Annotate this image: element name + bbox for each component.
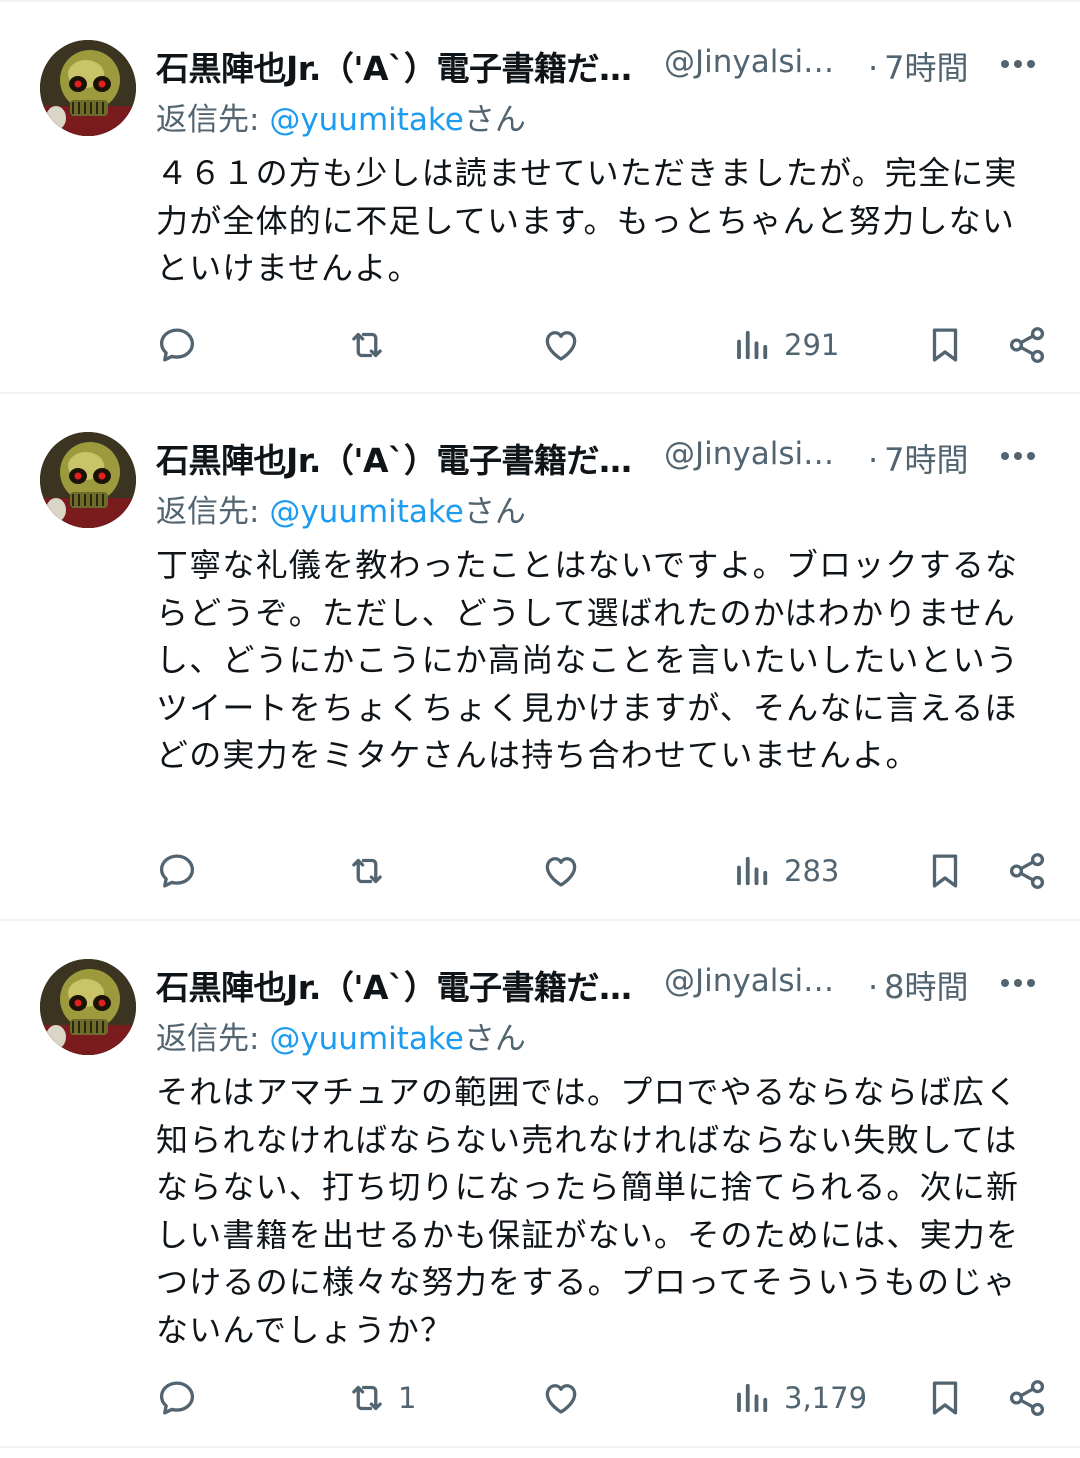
more-options-button[interactable]	[998, 965, 1038, 1001]
retweet-arrows-icon	[352, 332, 382, 358]
like-button[interactable]	[540, 846, 592, 896]
views-button[interactable]: 3,179	[732, 1373, 867, 1423]
bookmark-icon	[932, 854, 958, 888]
more-options-button[interactable]	[998, 46, 1038, 82]
tweet-feed: 石黒陣也Jr.（'A`）電子書籍だ… @Jinyalsi… · 7時間 返信先: …	[0, 0, 1080, 1458]
reply-mention-link[interactable]: @yuumitake	[269, 1021, 464, 1057]
bookmark-icon	[932, 1381, 958, 1415]
action-bar: 291	[156, 320, 1045, 370]
reply-mention-link[interactable]: @yuumitake	[269, 494, 464, 530]
tweet[interactable]: 石黒陣也Jr.（'A`）電子書籍だ… @Jinyalsi… · 7時間 返信先: …	[0, 0, 1080, 394]
avatar[interactable]	[40, 432, 136, 528]
bookmark-icon	[932, 328, 958, 362]
time-label: 7時間	[884, 49, 969, 87]
heart-icon	[545, 857, 577, 887]
retweet-arrows-icon	[352, 858, 382, 884]
reply-button[interactable]	[156, 320, 208, 370]
share-button[interactable]	[1006, 320, 1048, 370]
tweet-header: 石黒陣也Jr.（'A`）電子書籍だ… @Jinyalsi… · 7時間	[156, 40, 1044, 88]
display-name[interactable]: 石黒陣也Jr.（'A`）電子書籍だ…	[156, 434, 650, 482]
ellipsis-icon	[1001, 60, 1035, 68]
reply-mention-link[interactable]: @yuumitake	[269, 102, 464, 138]
timestamp[interactable]: · 7時間	[868, 43, 969, 89]
share-nodes-icon	[1009, 853, 1045, 889]
time-separator: ·	[868, 49, 879, 87]
bookmark-button[interactable]	[924, 320, 966, 370]
more-options-button[interactable]	[998, 438, 1038, 474]
tweet-text: ４６１の方も少しは読ませていただきましたが。完全に実力が全体的に不足しています。…	[156, 154, 1018, 287]
skull-avatar-icon	[40, 959, 136, 1055]
action-bar: 283	[156, 846, 1045, 896]
time-label: 8時間	[884, 968, 969, 1006]
display-name[interactable]: 石黒陣也Jr.（'A`）電子書籍だ…	[156, 42, 650, 90]
tweet[interactable]: 石黒陣也Jr.（'A`）電子書籍だ… @Jinyalsi… · 8時間 返信先: …	[0, 921, 1080, 1448]
time-separator: ·	[868, 441, 879, 479]
bar-chart-icon	[737, 856, 768, 886]
retweet-button[interactable]: 1	[346, 1373, 416, 1423]
heart-icon	[545, 331, 577, 361]
bookmark-button[interactable]	[924, 1373, 966, 1423]
speech-bubble-icon	[159, 854, 195, 888]
timestamp[interactable]: · 8時間	[868, 962, 969, 1008]
view-count: 283	[784, 854, 840, 888]
speech-bubble-icon	[159, 1381, 195, 1415]
action-bar: 1 3,179	[156, 1373, 1045, 1423]
views-button[interactable]: 283	[732, 846, 839, 896]
skull-avatar-icon	[40, 432, 136, 528]
user-handle[interactable]: @Jinyalsi…	[664, 44, 840, 80]
share-nodes-icon	[1009, 1380, 1045, 1416]
speech-bubble-icon	[159, 328, 195, 362]
bookmark-button[interactable]	[924, 846, 966, 896]
like-button[interactable]	[540, 1373, 592, 1423]
retweet-arrows-icon	[352, 1385, 382, 1411]
reply-button[interactable]	[156, 846, 208, 896]
reply-suffix: さん	[463, 494, 526, 530]
user-handle[interactable]: @Jinyalsi…	[664, 436, 840, 472]
views-button[interactable]: 291	[732, 320, 839, 370]
time-separator: ·	[868, 968, 879, 1006]
share-nodes-icon	[1009, 327, 1045, 363]
reply-suffix: さん	[463, 1021, 526, 1057]
reply-label: 返信先:	[156, 1021, 270, 1057]
share-button[interactable]	[1006, 846, 1048, 896]
tweet-header: 石黒陣也Jr.（'A`）電子書籍だ… @Jinyalsi… · 8時間	[156, 959, 1044, 1007]
avatar[interactable]	[40, 40, 136, 136]
time-label: 7時間	[884, 441, 969, 479]
tweet-text: 丁寧な礼儀を教わったことはないですよ。ブロックするならどうぞ。ただし、どうして選…	[156, 546, 1020, 774]
retweet-button[interactable]	[346, 320, 398, 370]
heart-icon	[545, 1384, 577, 1414]
retweet-button[interactable]	[346, 846, 398, 896]
reply-label: 返信先:	[156, 102, 270, 138]
bar-chart-icon	[737, 1383, 768, 1413]
share-button[interactable]	[1006, 1373, 1048, 1423]
reply-button[interactable]	[156, 1373, 208, 1423]
tweet[interactable]: 石黒陣也Jr.（'A`）電子書籍だ… @Jinyalsi… · 7時間 返信先: …	[0, 394, 1080, 921]
reply-suffix: さん	[463, 102, 526, 138]
retweet-count: 1	[398, 1381, 417, 1415]
tweet-header: 石黒陣也Jr.（'A`）電子書籍だ… @Jinyalsi… · 7時間	[156, 432, 1044, 480]
reply-context: 返信先: @yuumitakeさん	[156, 94, 526, 139]
like-button[interactable]	[540, 320, 592, 370]
bar-chart-icon	[737, 330, 768, 360]
ellipsis-icon	[1001, 452, 1035, 460]
tweet-text: それはアマチュアの範囲では。プロでやるならならば広く知られなければならない売れな…	[156, 1073, 1020, 1349]
display-name[interactable]: 石黒陣也Jr.（'A`）電子書籍だ…	[156, 961, 650, 1009]
reply-label: 返信先:	[156, 494, 270, 530]
view-count: 3,179	[784, 1381, 868, 1415]
ellipsis-icon	[1001, 979, 1035, 987]
avatar[interactable]	[40, 959, 136, 1055]
reply-context: 返信先: @yuumitakeさん	[156, 486, 526, 531]
timestamp[interactable]: · 7時間	[868, 435, 969, 481]
user-handle[interactable]: @Jinyalsi…	[664, 963, 840, 999]
skull-avatar-icon	[40, 40, 136, 136]
view-count: 291	[784, 328, 840, 362]
reply-context: 返信先: @yuumitakeさん	[156, 1013, 526, 1058]
